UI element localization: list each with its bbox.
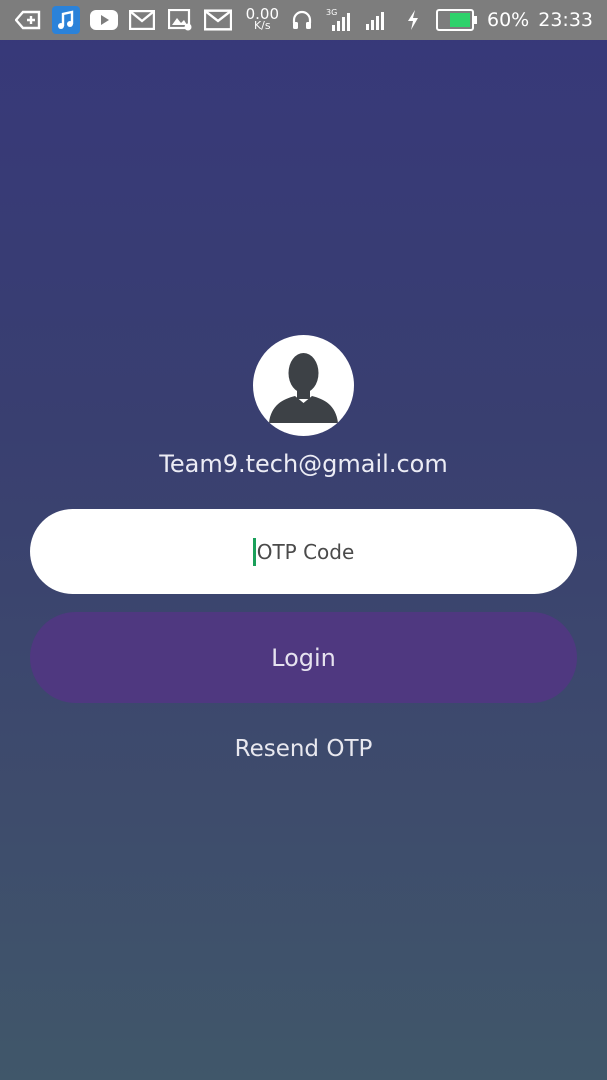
back-add-icon: [14, 9, 42, 31]
account-email: Team9.tech@gmail.com: [159, 450, 448, 478]
resend-otp-link[interactable]: Resend OTP: [0, 736, 607, 762]
gmail-icon: [204, 9, 232, 31]
network-speed: 0.00 K/s: [246, 7, 279, 32]
otp-placeholder: OTP Code: [256, 539, 355, 564]
signal-3g-icon: 3G: [325, 8, 353, 31]
notification-icons: [14, 0, 232, 40]
battery-icon: [436, 9, 478, 31]
network-type-label: 3G: [326, 8, 337, 17]
user-silhouette-icon: [269, 353, 338, 423]
network-speed-unit: K/s: [253, 19, 271, 32]
clock: 23:33: [538, 9, 593, 31]
login-button-label: Login: [271, 643, 336, 672]
signal-icon: [362, 9, 390, 31]
music-app-icon: [52, 6, 80, 34]
headphones-icon: [288, 9, 316, 31]
otp-code-input[interactable]: OTP Code: [30, 509, 577, 594]
gallery-icon: [166, 9, 194, 31]
avatar: [253, 335, 354, 436]
charging-icon: [399, 9, 427, 31]
status-bar: 0.00 K/s 3G 60% 23:33: [0, 0, 607, 40]
battery-percent: 60%: [487, 9, 530, 31]
system-icons: 0.00 K/s 3G 60% 23:33: [246, 0, 593, 40]
youtube-icon: [90, 9, 118, 31]
gmail-icon: [128, 9, 156, 31]
login-button[interactable]: Login: [30, 612, 577, 703]
text-cursor: [252, 537, 256, 566]
